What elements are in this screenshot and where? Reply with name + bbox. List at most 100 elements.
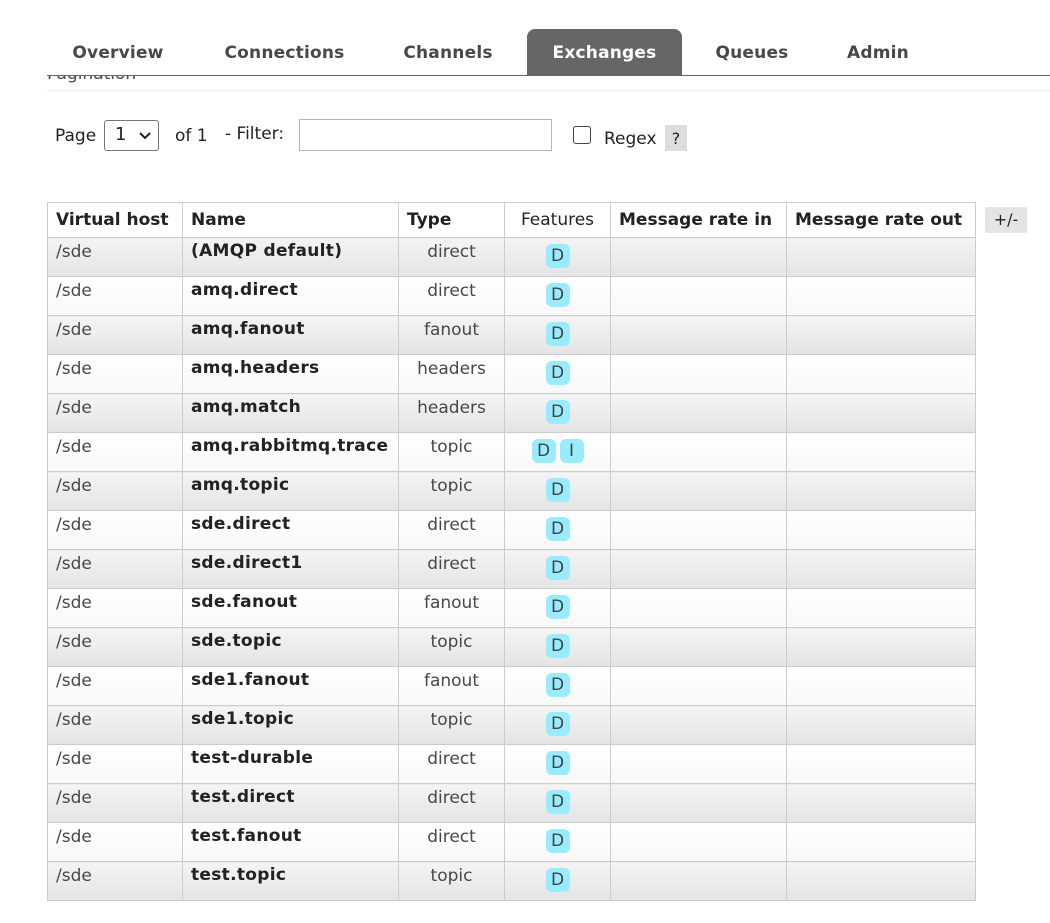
- vhost-text: /sde: [56, 788, 92, 808]
- table-row[interactable]: /sde amq.fanout fanout D: [47, 315, 976, 355]
- vhost-text: /sde: [56, 593, 92, 613]
- feature-badge[interactable]: I: [559, 439, 584, 463]
- feature-badge[interactable]: D: [545, 400, 570, 424]
- column-header-message-rate-in[interactable]: Message rate in: [610, 202, 787, 238]
- table-body: /sde (AMQP default) direct D/sde amq.direct d…: [47, 237, 976, 901]
- message-rate-in-cell: [610, 666, 787, 706]
- feature-badge[interactable]: D: [545, 517, 570, 541]
- name-cell: sde1.topic: [182, 705, 399, 745]
- feature-badge[interactable]: D: [545, 790, 570, 814]
- table-row[interactable]: /sde test.direct direct D: [47, 783, 976, 823]
- table-row[interactable]: /sde amq.match headers D: [47, 393, 976, 433]
- exchange-name-link[interactable]: test.direct: [191, 787, 295, 807]
- exchange-name-link[interactable]: (AMQP default): [191, 241, 342, 261]
- name-cell: sde1.fanout: [182, 666, 399, 706]
- features-cell: D: [504, 822, 611, 862]
- table-row[interactable]: /sde sde1.topic topic D: [47, 705, 976, 745]
- column-header-name[interactable]: Name: [182, 202, 399, 238]
- help-button[interactable]: ?: [665, 125, 687, 151]
- tab-queues[interactable]: Queues: [690, 29, 814, 76]
- page-label: Page: [55, 126, 97, 146]
- vhost-text: /sde: [56, 710, 92, 730]
- features-cell: D: [504, 354, 611, 394]
- feature-badge[interactable]: D: [545, 244, 570, 268]
- message-rate-out-cell: [786, 861, 976, 901]
- feature-badge[interactable]: D: [545, 478, 570, 502]
- regex-checkbox[interactable]: [573, 126, 591, 144]
- section-divider: [47, 90, 1050, 91]
- feature-badge[interactable]: D: [545, 712, 570, 736]
- feature-badges: D: [545, 244, 570, 268]
- feature-badge[interactable]: D: [545, 751, 570, 775]
- message-rate-in-cell: [610, 471, 787, 511]
- table-row[interactable]: /sde sde.direct1 direct D: [47, 549, 976, 589]
- table-row[interactable]: /sde amq.headers headers D: [47, 354, 976, 394]
- feature-badge[interactable]: D: [531, 439, 556, 463]
- tab-exchanges[interactable]: Exchanges: [527, 29, 682, 76]
- feature-badges: D: [545, 868, 570, 892]
- message-rate-in-cell: [610, 627, 787, 667]
- type-text: direct: [427, 788, 476, 808]
- exchange-name-link[interactable]: sde1.fanout: [191, 670, 309, 690]
- column-header-message-rate-out[interactable]: Message rate out: [786, 202, 976, 238]
- feature-badge[interactable]: D: [545, 634, 570, 658]
- exchange-name-link[interactable]: amq.match: [191, 397, 301, 417]
- column-header-virtual-host[interactable]: Virtual host: [47, 202, 183, 238]
- column-header-type[interactable]: Type: [398, 202, 505, 238]
- exchange-name-link[interactable]: amq.rabbitmq.trace: [191, 436, 388, 456]
- table-row[interactable]: /sde sde.topic topic D: [47, 627, 976, 667]
- column-header-features: Features: [504, 202, 611, 238]
- table-row[interactable]: /sde (AMQP default) direct D: [47, 237, 976, 277]
- table-row[interactable]: /sde amq.direct direct D: [47, 276, 976, 316]
- message-rate-out-cell: [786, 549, 976, 589]
- table-row[interactable]: /sde test.fanout direct D: [47, 822, 976, 862]
- table-row[interactable]: /sde test.topic topic D: [47, 861, 976, 901]
- table-row[interactable]: /sde sde.fanout fanout D: [47, 588, 976, 628]
- name-cell: sde.topic: [182, 627, 399, 667]
- feature-badge[interactable]: D: [545, 673, 570, 697]
- tab-admin[interactable]: Admin: [822, 29, 934, 76]
- tab-overview[interactable]: Overview: [47, 29, 189, 76]
- feature-badge[interactable]: D: [545, 595, 570, 619]
- feature-badge[interactable]: D: [545, 556, 570, 580]
- feature-badge[interactable]: D: [545, 361, 570, 385]
- exchange-name-link[interactable]: amq.topic: [191, 475, 289, 495]
- feature-badge[interactable]: D: [545, 829, 570, 853]
- feature-badge[interactable]: D: [545, 322, 570, 346]
- exchange-name-link[interactable]: sde.fanout: [191, 592, 297, 612]
- exchange-name-link[interactable]: test.topic: [191, 865, 286, 885]
- table-row[interactable]: /sde sde1.fanout fanout D: [47, 666, 976, 706]
- tab-channels[interactable]: Channels: [378, 29, 518, 76]
- exchange-name-link[interactable]: amq.fanout: [191, 319, 305, 339]
- exchange-name-link[interactable]: amq.direct: [191, 280, 298, 300]
- table-row[interactable]: /sde sde.direct direct D: [47, 510, 976, 550]
- name-cell: test.direct: [182, 783, 399, 823]
- features-cell: D: [504, 783, 611, 823]
- exchange-name-link[interactable]: test.fanout: [191, 826, 302, 846]
- section-heading[interactable]: Pagination: [47, 76, 1050, 91]
- exchange-name-link[interactable]: amq.headers: [191, 358, 319, 378]
- vhost-text: /sde: [56, 554, 92, 574]
- message-rate-in-cell: [610, 744, 787, 784]
- table-row[interactable]: /sde amq.topic topic D: [47, 471, 976, 511]
- exchange-name-link[interactable]: test-durable: [191, 748, 313, 768]
- feature-badge[interactable]: D: [545, 283, 570, 307]
- vhost-text: /sde: [56, 398, 92, 418]
- exchange-name-link[interactable]: sde.topic: [191, 631, 282, 651]
- feature-badges: D: [545, 556, 570, 580]
- tab-connections[interactable]: Connections: [199, 29, 370, 76]
- exchange-name-link[interactable]: sde.direct1: [191, 553, 303, 573]
- vhost-cell: /sde: [47, 510, 183, 550]
- exchange-name-link[interactable]: sde.direct: [191, 514, 290, 534]
- feature-badge[interactable]: D: [545, 868, 570, 892]
- table-row[interactable]: /sde test-durable direct D: [47, 744, 976, 784]
- features-cell: D: [504, 549, 611, 589]
- type-text: headers: [417, 398, 486, 418]
- exchange-name-link[interactable]: sde1.topic: [191, 709, 294, 729]
- vhost-cell: /sde: [47, 822, 183, 862]
- page-select[interactable]: 1: [104, 120, 159, 151]
- page-count: of 1: [175, 126, 208, 146]
- filter-input[interactable]: [299, 119, 552, 151]
- table-row[interactable]: /sde amq.rabbitmq.trace topic D I: [47, 432, 976, 472]
- column-toggle-button[interactable]: +/-: [985, 207, 1027, 233]
